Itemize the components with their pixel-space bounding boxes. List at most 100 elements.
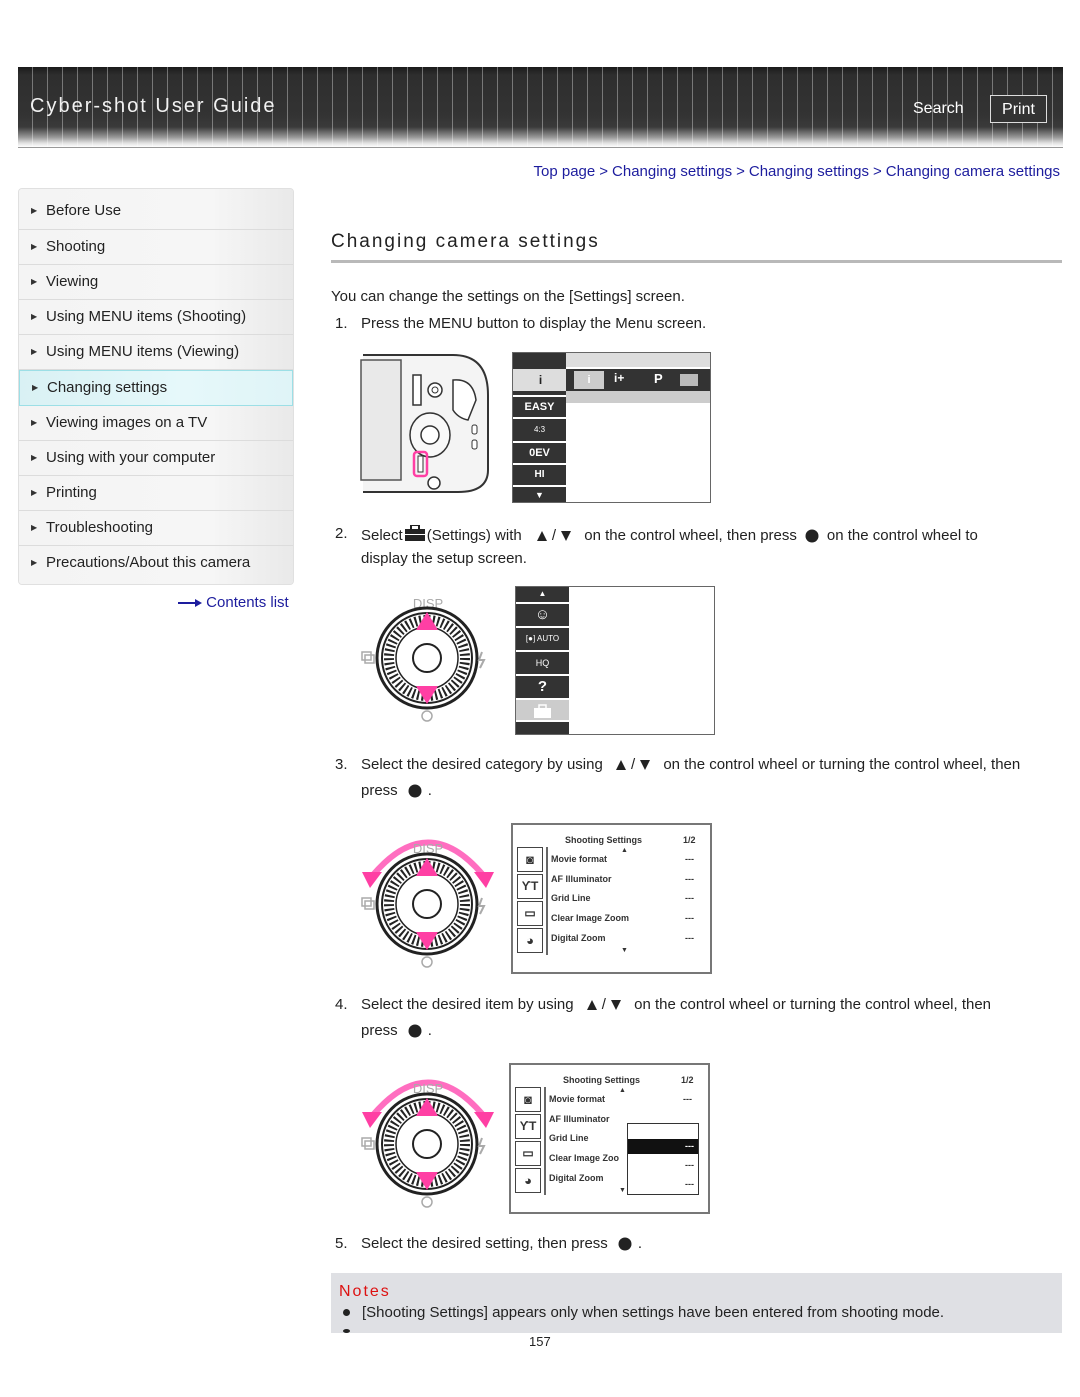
sidebar-item-shooting[interactable]: ▶ Shooting	[19, 230, 293, 265]
sidebar-item-computer[interactable]: ▶ Using with your computer	[19, 441, 293, 476]
center-button-icon	[408, 784, 422, 798]
step-text: Select the desired setting, then press	[361, 1235, 608, 1252]
menu-item-easy: EASY	[513, 395, 566, 417]
setting-item: Grid Line	[551, 893, 591, 903]
toolbox-icon	[534, 704, 551, 718]
setup-divider	[516, 720, 569, 722]
down-arrow-icon	[561, 531, 572, 542]
settings-toolbox-item	[516, 698, 569, 722]
control-wheel-rotate-icon: DISP	[361, 839, 494, 968]
step-number: 5.	[335, 1235, 348, 1252]
camera-back-illustration	[358, 350, 493, 500]
step-text: press	[361, 1022, 398, 1039]
menu-mode-bar: i i+ P	[566, 369, 710, 391]
step-text: Select	[361, 527, 403, 544]
sidebar-item-menu-shooting[interactable]: ▶ Using MENU items (Shooting)	[19, 300, 293, 335]
mode-program-icon: P	[654, 371, 663, 386]
triangle-right-icon: ▶	[31, 488, 38, 497]
tools-category-icon: ϒT	[515, 1114, 541, 1139]
breadcrumb-current[interactable]: Changing camera settings	[886, 163, 1060, 180]
search-button[interactable]: Search	[913, 100, 964, 118]
triangle-right-icon: ▶	[32, 383, 39, 392]
step-1-text: Press the MENU button to display the Men…	[361, 315, 707, 332]
sidebar-item-label: Precautions/About this camera	[46, 554, 251, 571]
triangle-right-icon: ▶	[31, 558, 38, 567]
sidebar-item-label: Using MENU items (Shooting)	[46, 308, 247, 325]
scene-recognition-icon: [●] AUTO	[516, 626, 569, 650]
triangle-right-icon: ▶	[31, 523, 38, 532]
scroll-up-icon: ▲	[619, 1087, 626, 1094]
setting-item: Movie format	[551, 854, 608, 864]
step-number: 2.	[335, 525, 348, 542]
settings-page-indicator: 1/2	[681, 1075, 694, 1085]
down-arrow-icon	[640, 760, 651, 771]
mode-scene-icon	[680, 374, 698, 386]
step-4-text: Select the desired item by using / on th…	[361, 996, 991, 1013]
setting-item: Digital Zoom	[549, 1173, 604, 1183]
breadcrumb-separator: >	[872, 163, 882, 180]
print-button[interactable]: Print	[990, 95, 1047, 123]
sidebar-item-label: Viewing	[46, 273, 99, 290]
triangle-right-icon: ▶	[31, 347, 38, 356]
option-popup: --- --- ---	[627, 1123, 699, 1195]
sidebar-item-viewing[interactable]: ▶ Viewing	[19, 265, 293, 300]
page-number: 157	[529, 1334, 551, 1349]
breadcrumb-separator: >	[736, 163, 745, 180]
image-quality-icon: HQ	[516, 650, 569, 674]
sidebar-item-printing[interactable]: ▶ Printing	[19, 476, 293, 511]
sidebar-item-menu-viewing[interactable]: ▶ Using MENU items (Viewing)	[19, 335, 293, 370]
setting-item: Grid Line	[549, 1133, 589, 1143]
triangle-right-icon: ▶	[31, 453, 38, 462]
menu-top-strip	[566, 353, 710, 367]
slash-separator: /	[630, 756, 636, 773]
step-number: 4.	[335, 996, 348, 1013]
notes-box: Notes [Shooting Settings] appears only w…	[331, 1273, 1062, 1333]
breadcrumb-changing-settings[interactable]: Changing settings	[612, 163, 732, 180]
title-divider	[331, 260, 1062, 263]
slash-separator: /	[601, 996, 606, 1013]
step-3-text-line2: press.	[361, 782, 432, 799]
help-icon: ?	[516, 674, 569, 698]
page-title: Changing camera settings	[331, 231, 600, 252]
note-item: [Shooting Settings] appears only when se…	[362, 1304, 945, 1321]
menu-item-intelligent-auto: i	[513, 369, 568, 391]
setting-item: Clear Image Zoo	[549, 1153, 620, 1163]
menu-item-image-size: 4:3	[513, 417, 566, 441]
setting-value: ---	[685, 913, 694, 923]
breadcrumb-separator: >	[599, 163, 609, 180]
menu-item-burst: HI	[513, 463, 566, 485]
sidebar-item-before-use[interactable]: ▶ Before Use	[19, 189, 293, 230]
sidebar-item-label: Before Use	[46, 202, 122, 219]
tab-divider	[544, 1087, 546, 1195]
sidebar-item-changing-settings[interactable]: ▶ Changing settings	[19, 370, 293, 406]
sidebar-item-precautions[interactable]: ▶ Precautions/About this camera	[19, 546, 293, 584]
step-text: Select the desired category by using	[361, 756, 603, 773]
up-arrow-icon	[536, 531, 547, 542]
setup-scroll-up-icon: ▲	[538, 589, 547, 598]
bullet-icon	[343, 1309, 350, 1316]
setting-item: AF Illuminator	[551, 874, 612, 884]
category-tabs: ◙ ϒT ▭ ◕	[517, 847, 543, 953]
sidebar-item-label: Viewing images on a TV	[46, 414, 208, 431]
menu-screen-illustration: i i i+ P EASY 4:3 0EV HI ▼	[512, 352, 711, 503]
shooting-settings-item-illustration: Shooting Settings 1/2 ▲ ◙ ϒT ▭ ◕ Movie f…	[509, 1063, 710, 1214]
step-5-text: Select the desired setting, then press.	[361, 1235, 642, 1252]
triangle-right-icon: ▶	[31, 206, 38, 215]
period: .	[427, 782, 432, 799]
step-number: 1.	[335, 315, 348, 332]
breadcrumb-changing-settings-2[interactable]: Changing settings	[749, 163, 869, 180]
setting-item: Clear Image Zoom	[551, 913, 630, 923]
smile-shutter-icon: ☺	[516, 602, 569, 626]
guide-title: Cyber-shot User Guide	[30, 95, 277, 117]
menu-sub-strip	[566, 391, 710, 403]
clock-category-icon: ◕	[517, 928, 543, 953]
sidebar-item-viewing-tv[interactable]: ▶ Viewing images on a TV	[19, 406, 293, 441]
sidebar-item-troubleshooting[interactable]: ▶ Troubleshooting	[19, 511, 293, 546]
bullet-icon	[343, 1329, 350, 1333]
step-text: (Settings) with	[426, 527, 522, 544]
control-wheel-rotate-icon: DISP	[361, 1079, 494, 1208]
menu-scroll-down-icon: ▼	[513, 485, 566, 504]
intro-text: You can change the settings on the [Sett…	[331, 288, 685, 305]
breadcrumb-top-page[interactable]: Top page	[534, 163, 596, 180]
contents-list-link[interactable]: Contents list	[178, 594, 289, 611]
